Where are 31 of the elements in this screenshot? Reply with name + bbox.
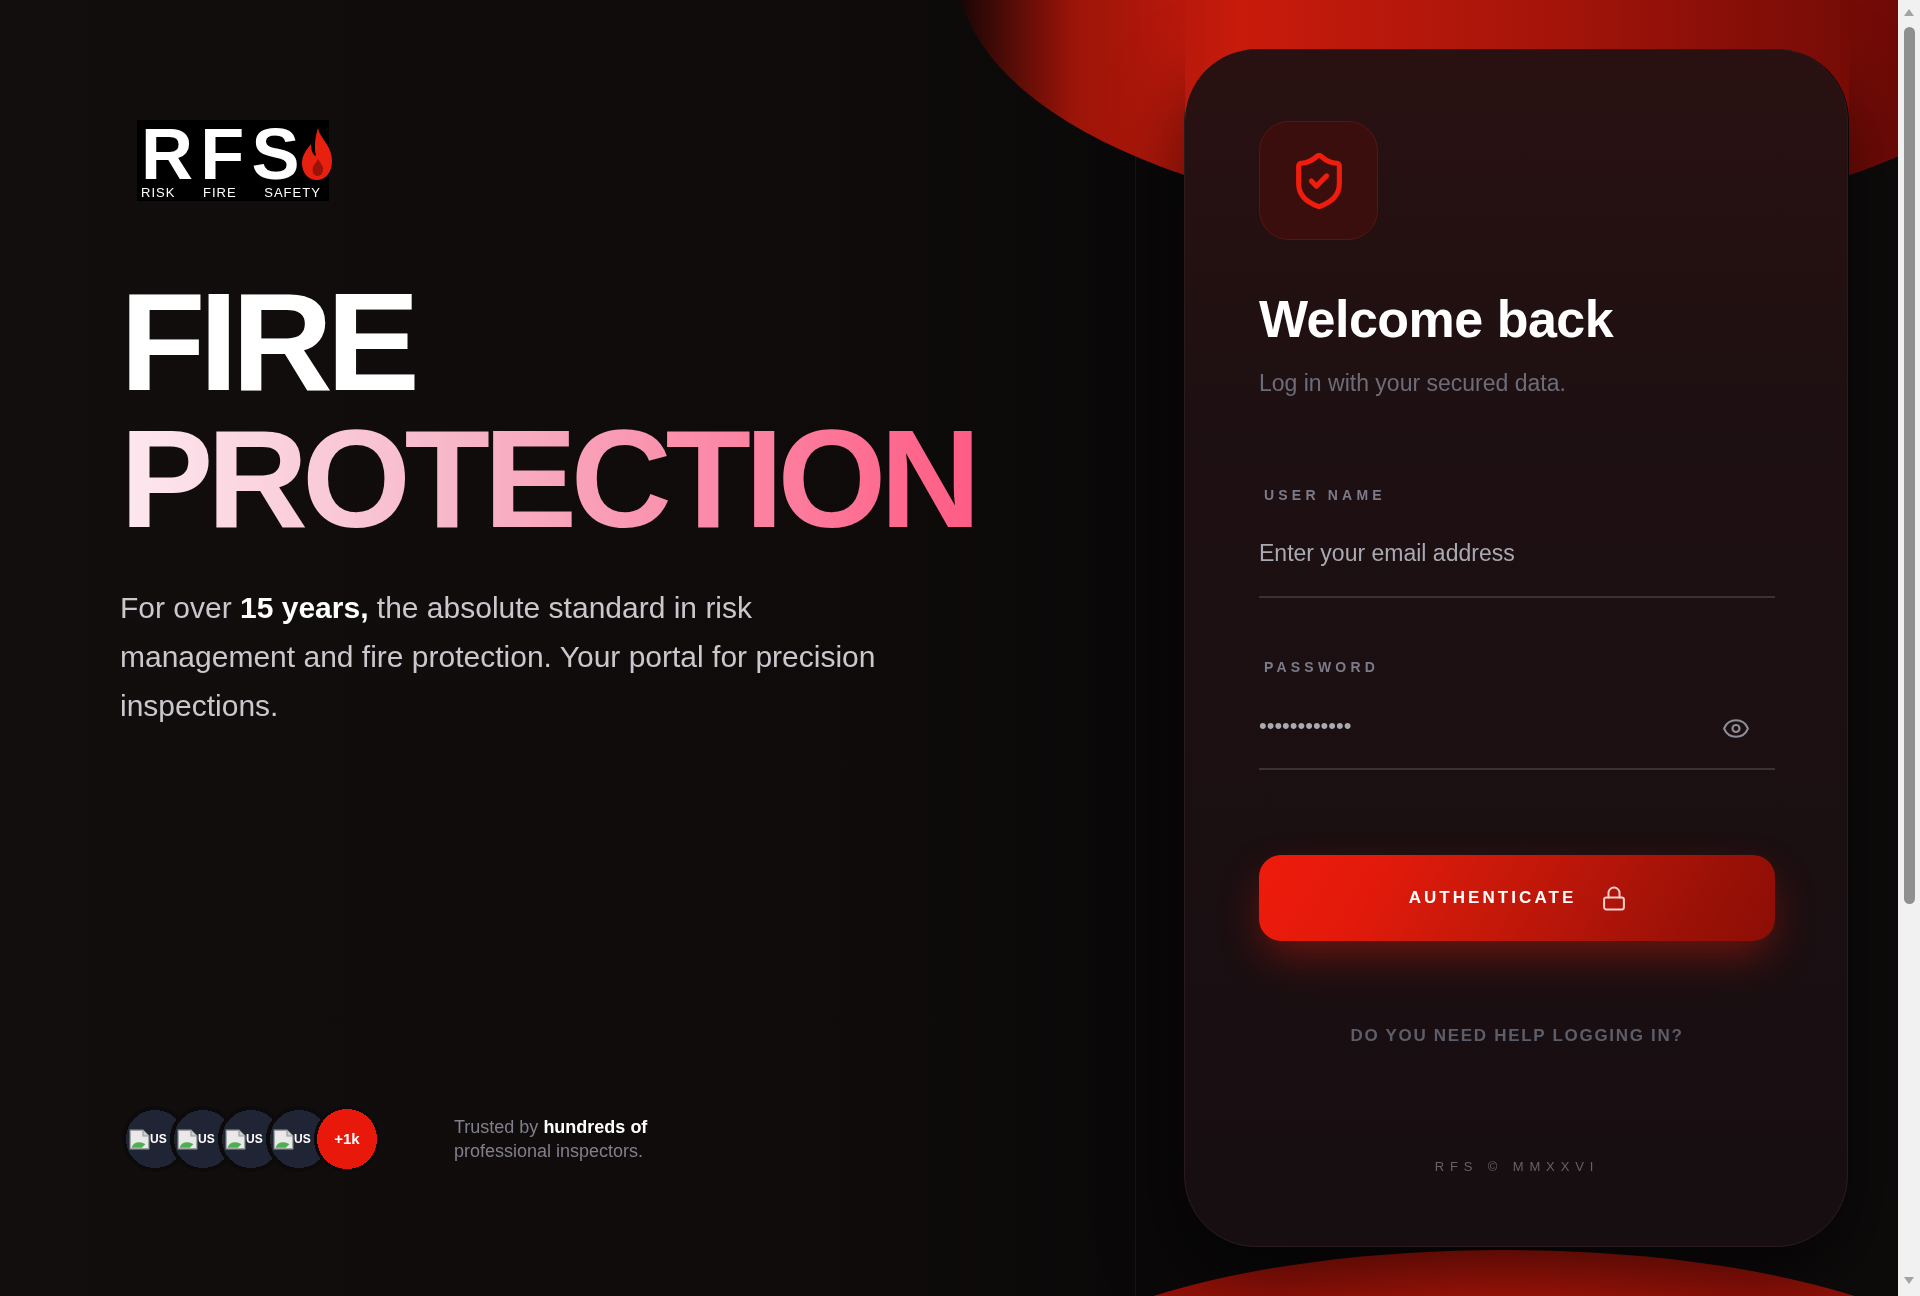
eye-icon[interactable]: [1723, 719, 1749, 738]
logo-tagline: RISK: [141, 185, 176, 201]
authenticate-button[interactable]: AUTHENTICATE: [1259, 855, 1775, 941]
avatar-alt-text: US: [150, 1132, 167, 1146]
broken-image-icon: [129, 1128, 150, 1150]
logo-tagline: FIRE: [202, 185, 237, 201]
broken-image-icon: [177, 1128, 198, 1150]
lock-icon: [1603, 885, 1626, 911]
footer-text: RFS © MMXXVI: [1434, 1159, 1600, 1175]
card-title: Welcome back: [1259, 289, 1615, 350]
more-count-badge: +1k: [314, 1106, 380, 1172]
scrollbar-thumb[interactable]: [1903, 27, 1915, 904]
hero-description: For over 15 years, the absolute standard in risk management and fire protection. Your portal for precision inspections.: [120, 590, 877, 724]
flame-icon: [300, 128, 333, 180]
card-subtitle: Log in with your secured data.: [1259, 369, 1567, 398]
password-field[interactable]: ••••••••••••: [1259, 707, 1775, 770]
field-label: USER NAME: [1263, 486, 1387, 504]
shield-check-icon: [1295, 152, 1342, 209]
logo-wordmark: RFS: [141, 124, 307, 184]
avatar-alt-text: US: [198, 1132, 215, 1146]
field-label: PASSWORD: [1263, 658, 1380, 676]
scroll-down-icon[interactable]: [1904, 1277, 1914, 1284]
scroll-up-icon[interactable]: [1904, 9, 1914, 16]
avatar-alt-text: US: [246, 1132, 263, 1146]
logo-tagline: SAFETY: [264, 185, 321, 201]
broken-image-icon: [273, 1128, 294, 1150]
email-field[interactable]: Enter your email address: [1259, 535, 1775, 598]
broken-image-icon: [225, 1128, 246, 1150]
avatar-alt-text: US: [294, 1132, 311, 1146]
headline-text: FIRE: [120, 273, 416, 410]
trust-caption: Trusted by hundreds of professional inspectors.: [454, 1116, 649, 1163]
